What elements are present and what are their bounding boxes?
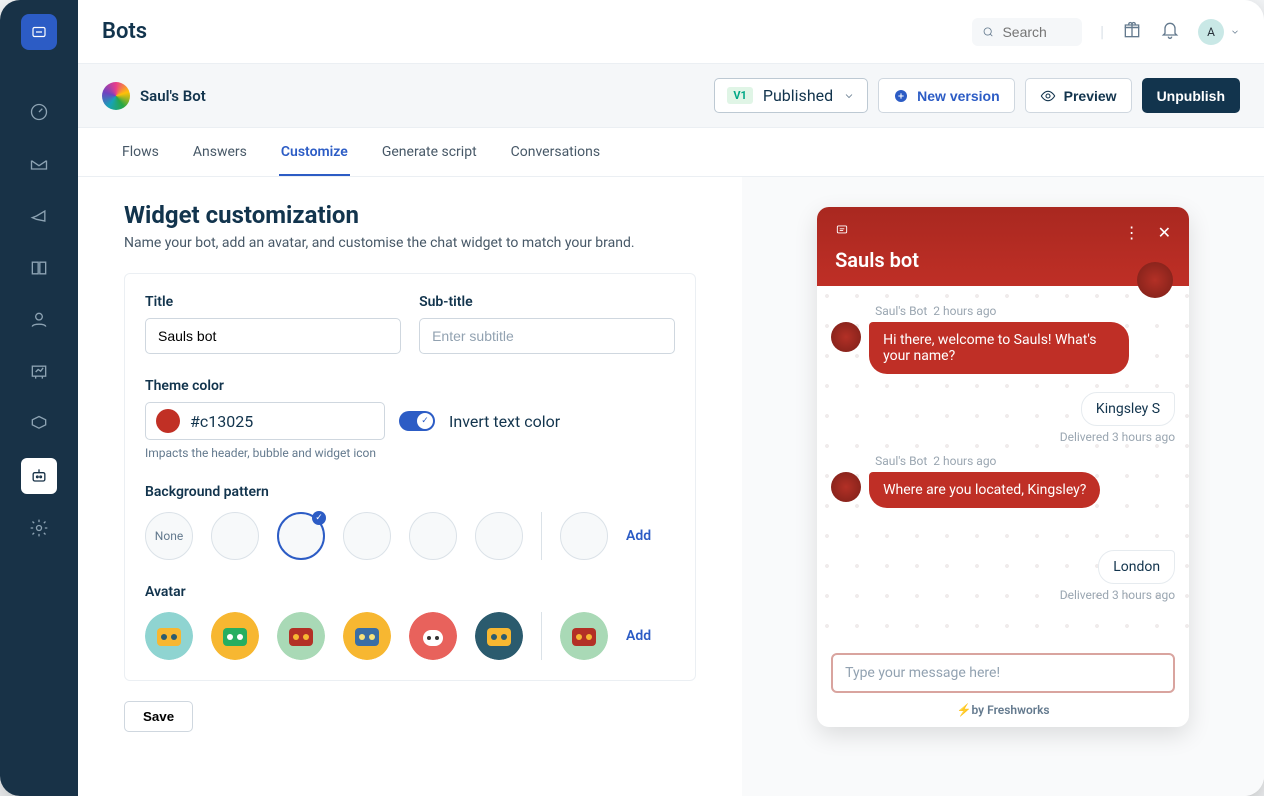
avatar-option-4[interactable] — [343, 612, 391, 660]
tab-generate-script[interactable]: Generate script — [380, 128, 479, 176]
kebab-icon[interactable]: ⋮ — [1124, 223, 1140, 242]
theme-value: #c13025 — [190, 412, 253, 431]
avatar-option-5[interactable] — [409, 612, 457, 660]
unpublish-button[interactable]: Unpublish — [1142, 78, 1240, 113]
theme-color-input[interactable]: #c13025 — [145, 402, 385, 440]
rail-settings[interactable] — [21, 510, 57, 546]
pattern-3[interactable] — [343, 512, 391, 560]
theme-label: Theme color — [145, 378, 675, 394]
app-logo[interactable] — [21, 14, 57, 50]
tab-conversations[interactable]: Conversations — [509, 128, 602, 176]
pattern-4[interactable] — [409, 512, 457, 560]
bolt-icon: ⚡ — [957, 703, 972, 717]
close-icon[interactable]: ✕ — [1158, 223, 1171, 242]
pattern-custom[interactable] — [560, 512, 608, 560]
topbar: Bots | A — [78, 0, 1264, 64]
pattern-2[interactable] — [277, 512, 325, 560]
version-pill: V1 — [727, 87, 753, 104]
save-button[interactable]: Save — [124, 701, 193, 732]
rail-integrations[interactable] — [21, 406, 57, 442]
bot-name: Saul's Bot — [140, 87, 206, 105]
status-label: Published — [763, 86, 833, 105]
tab-answers[interactable]: Answers — [191, 128, 249, 176]
pattern-5[interactable] — [475, 512, 523, 560]
color-swatch — [156, 409, 180, 433]
add-pattern-link[interactable]: Add — [626, 528, 651, 544]
user-message: Kingsley S — [1081, 392, 1175, 426]
rail-dashboard[interactable] — [21, 94, 57, 130]
bot-avatar-icon — [102, 82, 130, 110]
search-icon — [982, 24, 994, 40]
preview-button[interactable]: Preview — [1025, 78, 1132, 113]
invert-label: Invert text color — [449, 412, 560, 431]
widget-input[interactable]: Type your message here! — [831, 653, 1175, 693]
delivery-status: Delivered 3 hours ago — [831, 430, 1175, 444]
tabs: Flows Answers Customize Generate script … — [78, 128, 1264, 177]
eye-icon — [1040, 88, 1056, 104]
user-menu[interactable]: A — [1198, 19, 1240, 45]
avatar-label: Avatar — [145, 584, 675, 600]
add-avatar-link[interactable]: Add — [626, 628, 651, 644]
rail-campaigns[interactable] — [21, 198, 57, 234]
subtitle-input[interactable] — [419, 318, 675, 354]
section-desc: Name your bot, add an avatar, and custom… — [124, 235, 696, 251]
bot-message: Where are you located, Kingsley? — [869, 472, 1100, 508]
pattern-none[interactable]: None — [145, 512, 193, 560]
avatar-option-3[interactable] — [277, 612, 325, 660]
section-title: Widget customization — [124, 201, 696, 229]
avatar-option-6[interactable] — [475, 612, 523, 660]
bot-message: Hi there, welcome to Sauls! What's your … — [869, 322, 1129, 374]
user-message: London — [1098, 550, 1175, 584]
bell-icon[interactable] — [1160, 20, 1180, 44]
avatar: A — [1198, 19, 1224, 45]
bot-avatar-icon — [831, 322, 861, 352]
avatar-option-custom[interactable] — [560, 612, 608, 660]
customization-card: Title Sub-title Theme color #c13025 — [124, 273, 696, 681]
avatar-option-1[interactable] — [145, 612, 193, 660]
version-status-select[interactable]: V1 Published — [714, 78, 868, 113]
rail-knowledge[interactable] — [21, 250, 57, 286]
bot-header: Saul's Bot V1 Published New version Prev… — [78, 64, 1264, 128]
subtitle-label: Sub-title — [419, 294, 675, 310]
theme-hint: Impacts the header, bubble and widget ic… — [145, 446, 675, 460]
widget-bot-avatar — [1137, 262, 1173, 298]
rail-inbox[interactable] — [21, 146, 57, 182]
bg-pattern-label: Background pattern — [145, 484, 675, 500]
title-label: Title — [145, 294, 401, 310]
chevron-down-icon — [1230, 27, 1240, 37]
plus-circle-icon — [893, 88, 909, 104]
chat-widget-preview: ⋮ ✕ Sauls bot Saul's Bot 2 hours ago Hi … — [817, 207, 1189, 727]
rail-contacts[interactable] — [21, 302, 57, 338]
chat-icon — [835, 223, 849, 237]
search-input[interactable] — [1002, 24, 1072, 40]
chevron-down-icon — [843, 90, 855, 102]
tab-flows[interactable]: Flows — [120, 128, 161, 176]
widget-footer: ⚡by Freshworks — [817, 703, 1189, 727]
widget-title: Sauls bot — [835, 248, 1171, 272]
widget-body: Saul's Bot 2 hours ago Hi there, welcome… — [817, 286, 1189, 643]
rail-reports[interactable] — [21, 354, 57, 390]
invert-toggle[interactable] — [399, 411, 435, 431]
page-title: Bots — [102, 19, 147, 44]
avatar-option-2[interactable] — [211, 612, 259, 660]
bot-avatar-icon — [831, 472, 861, 502]
delivery-status: Delivered 3 hours ago — [831, 588, 1175, 602]
preview-pane: ⋮ ✕ Sauls bot Saul's Bot 2 hours ago Hi … — [742, 177, 1264, 796]
search-box[interactable] — [972, 18, 1082, 46]
nav-rail — [0, 0, 78, 796]
widget-header: ⋮ ✕ Sauls bot — [817, 207, 1189, 286]
tab-customize[interactable]: Customize — [279, 128, 350, 176]
title-input[interactable] — [145, 318, 401, 354]
rail-bots[interactable] — [21, 458, 57, 494]
form-pane: Widget customization Name your bot, add … — [78, 177, 742, 796]
pattern-1[interactable] — [211, 512, 259, 560]
gift-icon[interactable] — [1122, 20, 1142, 44]
new-version-button[interactable]: New version — [878, 78, 1014, 113]
